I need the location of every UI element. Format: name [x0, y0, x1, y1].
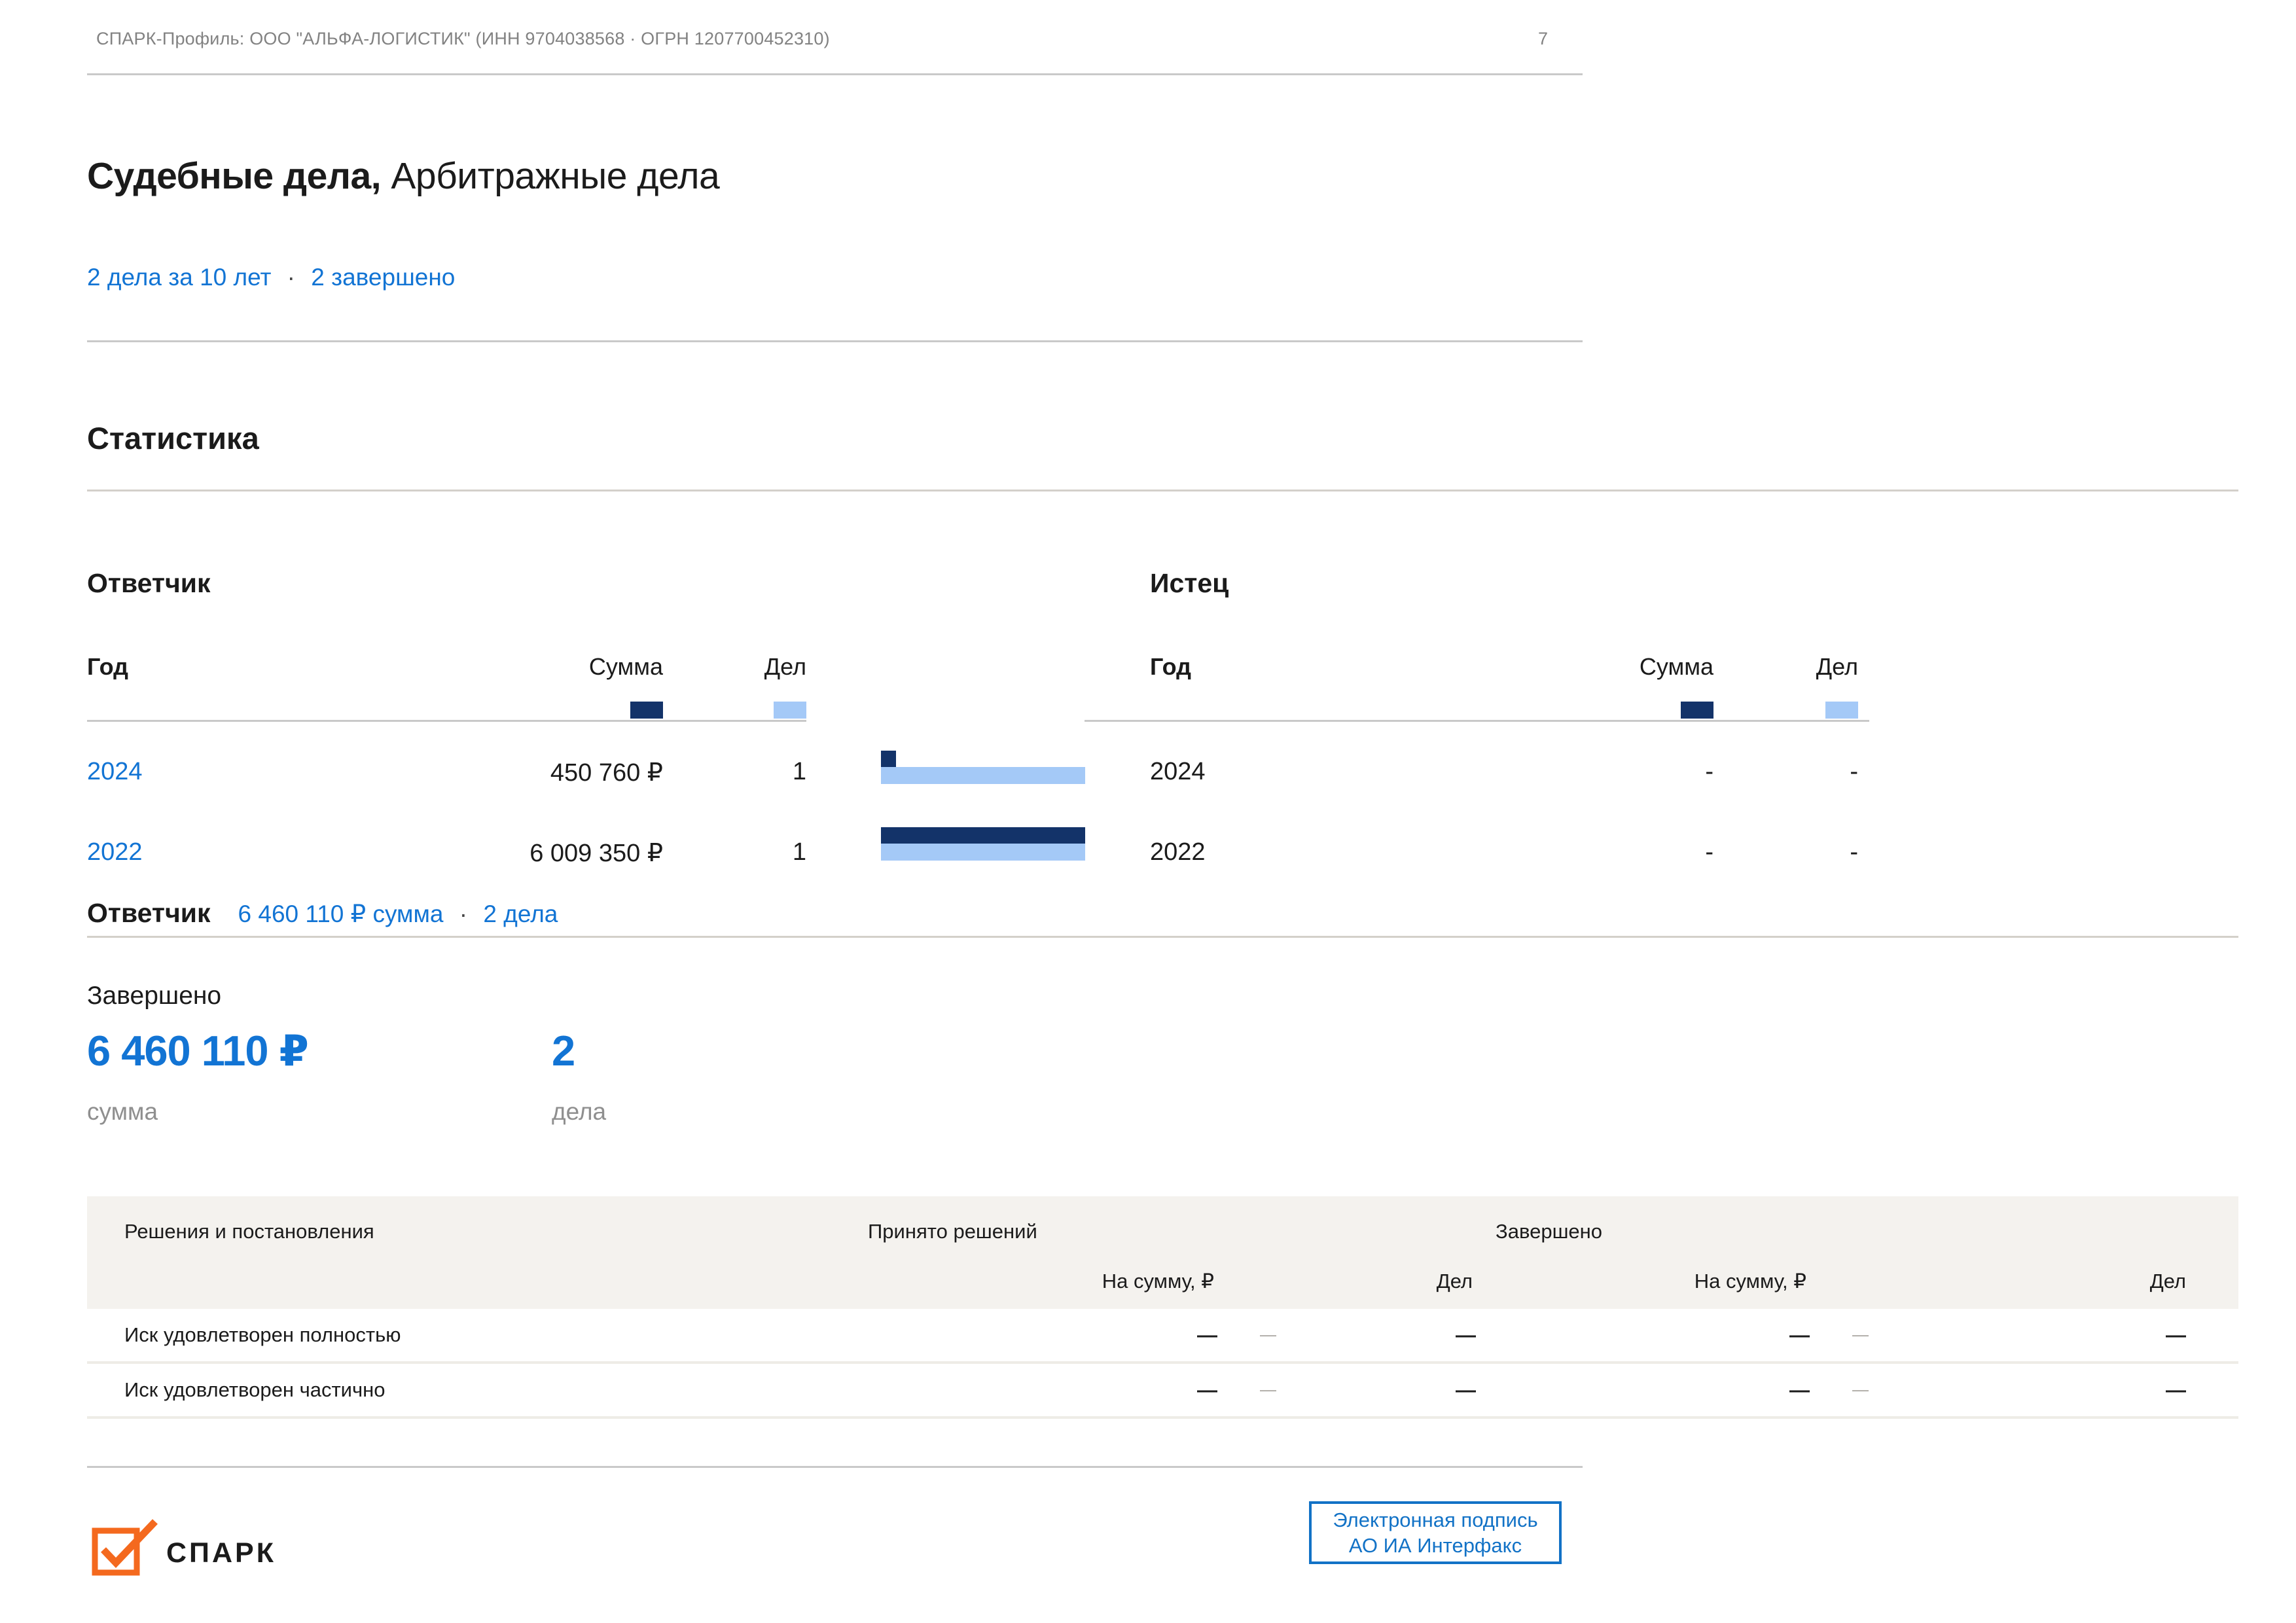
defendant-col-year: Год — [87, 653, 128, 681]
cases-bar — [881, 844, 1085, 861]
defendant-summary: Ответчик 6 460 110 ₽ сумма · 2 дела — [87, 898, 558, 929]
cases-bar — [881, 767, 1085, 784]
accepted-cases-dash: — — [1456, 1323, 1476, 1347]
plaintiff-col-year: Год — [1150, 653, 1191, 681]
completed-sum-caption: сумма — [87, 1098, 158, 1126]
decisions-table-row: Иск удовлетворен полностью — — — — — — — [87, 1309, 2238, 1364]
completed-sum-dash: — — [1789, 1323, 1810, 1347]
plaintiff-sum-value: - — [1583, 838, 1713, 866]
decisions-label-header: Решения и постановления — [124, 1220, 374, 1243]
defendant-header-underline — [87, 720, 806, 722]
plaintiff-sum-value: - — [1583, 758, 1713, 786]
plaintiff-cases-value: - — [1760, 758, 1858, 786]
defendant-cases-value: 1 — [708, 758, 806, 786]
group-completed-header: Завершено — [1496, 1220, 1602, 1243]
defendant-heading: Ответчик — [87, 568, 211, 599]
page-title-bold: Судебные дела, — [87, 155, 381, 197]
statistics-heading: Статистика — [87, 420, 259, 456]
sum-bar — [881, 751, 896, 767]
document-header-title: СПАРК-Профиль: ООО "АЛЬФА-ЛОГИСТИК" (ИНН… — [96, 29, 830, 49]
links-separator: · — [278, 264, 304, 291]
page-title: Судебные дела, Арбитражные дела — [87, 154, 719, 198]
spark-logo: СПАРК — [92, 1517, 276, 1577]
completed-cases-dash: — — [2166, 1323, 2186, 1347]
signature-line1: Электронная подпись — [1333, 1507, 1537, 1533]
completed-cases-caption: дела — [552, 1098, 606, 1126]
plaintiff-year: 2024 — [1150, 758, 1206, 786]
defendant-bar-group-2024 — [881, 751, 1085, 784]
finished-count-link[interactable]: 2 завершено — [311, 264, 455, 291]
sum-legend-swatch — [1681, 702, 1713, 719]
plaintiff-heading: Истец — [1150, 568, 1229, 599]
sum-bar — [881, 827, 1085, 844]
completed-label: Завершено — [87, 982, 221, 1010]
signature-line2: АО ИА Интерфакс — [1349, 1533, 1522, 1558]
cases-summary-links: 2 дела за 10 лет · 2 завершено — [87, 264, 455, 291]
defendant-cases-value: 1 — [708, 838, 806, 866]
decisions-table-row: Иск удовлетворен частично — — — — — — — [87, 1364, 2238, 1419]
group-accepted-header: Принято решений — [868, 1220, 1037, 1243]
defendant-sum-value: 450 760 ₽ — [467, 758, 663, 787]
accepted-sum-dash: — — [1197, 1378, 1217, 1402]
statistics-divider — [87, 490, 2238, 491]
header-divider — [87, 73, 1583, 75]
plaintiff-cases-value: - — [1760, 838, 1858, 866]
accepted-sum-extra-dash: — — [1260, 1381, 1276, 1400]
defendant-year-link[interactable]: 2022 — [87, 838, 143, 866]
defendant-summary-heading: Ответчик — [87, 898, 211, 929]
defendant-sum-value: 6 009 350 ₽ — [467, 838, 663, 868]
page-title-regular: Арбитражные дела — [381, 155, 719, 197]
completed-sum-value: 6 460 110 ₽ — [87, 1026, 308, 1076]
plaintiff-col-cases: Дел — [1760, 653, 1858, 681]
decision-row-label: Иск удовлетворен частично — [124, 1378, 386, 1402]
defendant-col-cases: Дел — [708, 653, 806, 681]
cases-legend-swatch — [774, 702, 806, 719]
spark-report-page: СПАРК-Профиль: ООО "АЛЬФА-ЛОГИСТИК" (ИНН… — [0, 0, 2296, 1623]
decisions-table: Решения и постановления Принято решений … — [87, 1196, 2238, 1419]
defendant-bar-group-2022 — [881, 827, 1085, 861]
accepted-sum-header: На сумму, ₽ — [1102, 1270, 1214, 1293]
page-number: 7 — [1538, 29, 1548, 49]
defendant-col-sum: Сумма — [532, 653, 663, 681]
completed-sum-header: На сумму, ₽ — [1695, 1270, 1806, 1293]
accepted-cases-header: Дел — [1437, 1270, 1473, 1293]
title-divider — [87, 340, 1583, 342]
summary-divider — [87, 936, 2238, 938]
completed-sum-extra-dash: — — [1852, 1381, 1869, 1400]
decision-row-label: Иск удовлетворен полностью — [124, 1323, 401, 1347]
plaintiff-col-sum: Сумма — [1583, 653, 1713, 681]
accepted-sum-extra-dash: — — [1260, 1326, 1276, 1345]
cases-count-link[interactable]: 2 дела за 10 лет — [87, 264, 271, 291]
plaintiff-year: 2022 — [1150, 838, 1206, 866]
accepted-sum-dash: — — [1197, 1323, 1217, 1347]
completed-sum-extra-dash: — — [1852, 1326, 1869, 1345]
defendant-year-link[interactable]: 2024 — [87, 758, 143, 786]
summary-separator: · — [450, 901, 476, 927]
plaintiff-header-underline — [1085, 720, 1869, 722]
decisions-table-header: Решения и постановления Принято решений … — [87, 1196, 2238, 1309]
footer-divider — [87, 1466, 1583, 1468]
spark-logo-text: СПАРК — [166, 1537, 276, 1569]
completed-cases-value: 2 — [552, 1026, 575, 1075]
cases-legend-swatch — [1825, 702, 1858, 719]
sum-legend-swatch — [630, 702, 663, 719]
defendant-cases-link[interactable]: 2 дела — [483, 901, 558, 927]
completed-cases-header: Дел — [2150, 1270, 2186, 1293]
completed-cases-dash: — — [2166, 1378, 2186, 1402]
spark-checkbox-icon — [92, 1517, 160, 1577]
completed-sum-dash: — — [1789, 1378, 1810, 1402]
accepted-cases-dash: — — [1456, 1378, 1476, 1402]
electronic-signature-button[interactable]: Электронная подпись АО ИА Интерфакс — [1309, 1501, 1562, 1564]
defendant-sum-link[interactable]: 6 460 110 ₽ сумма — [238, 901, 444, 927]
